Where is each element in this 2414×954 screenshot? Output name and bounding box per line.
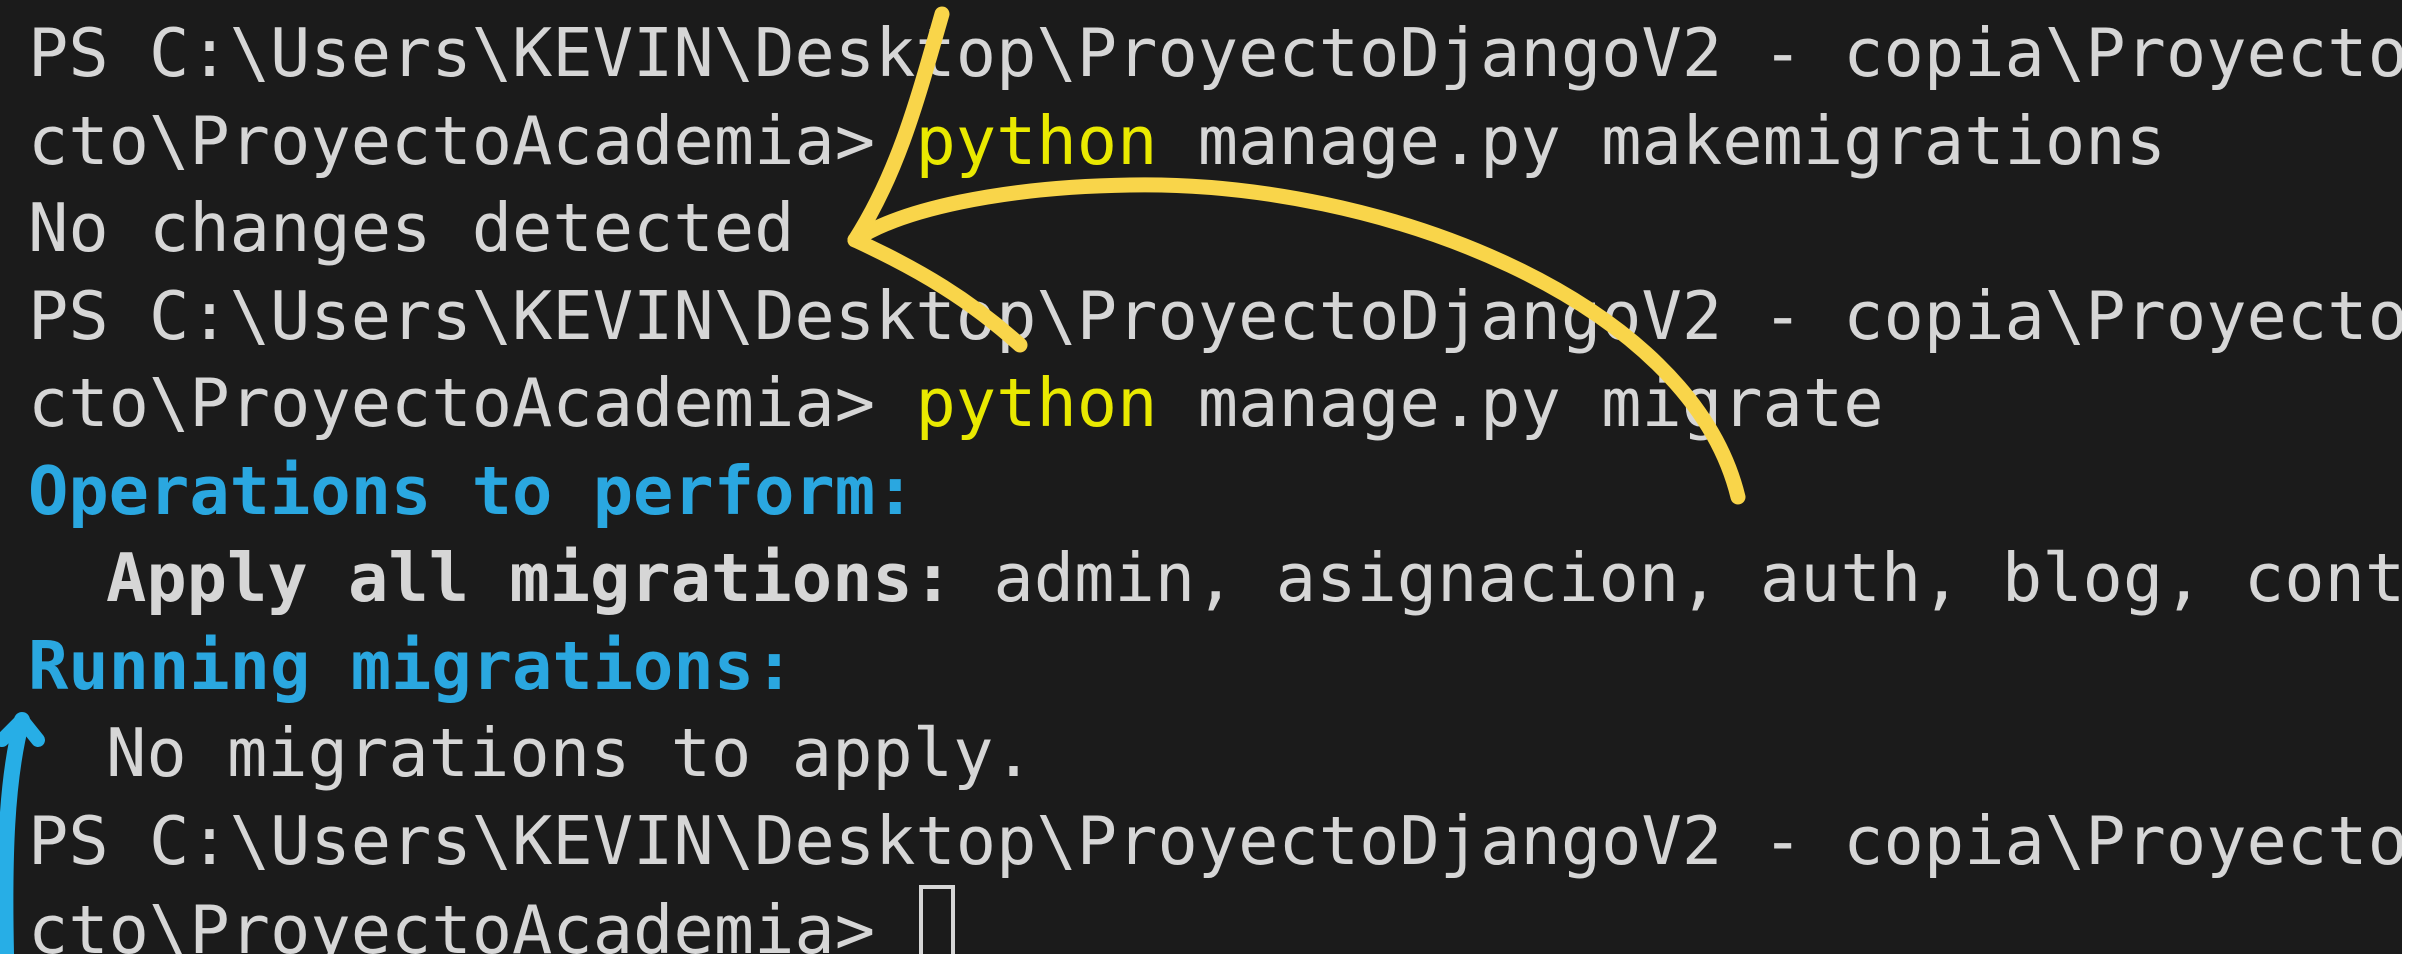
terminal-line: cto\ProyectoAcademia> <box>28 885 2402 954</box>
section-header: Running migrations: <box>28 626 795 705</box>
output-text: No changes detected <box>28 189 795 267</box>
prompt-tail: cto\ProyectoAcademia> <box>28 891 916 954</box>
terminal-line: PS C:\Users\KEVIN\Desktop\ProyectoDjango… <box>28 798 2402 886</box>
command-args: manage.py migrate <box>1157 364 1884 442</box>
text-cursor[interactable] <box>919 885 956 954</box>
terminal-line: cto\ProyectoAcademia> python manage.py m… <box>28 98 2402 186</box>
terminal-line: Operations to perform: <box>28 448 2402 536</box>
output-text: No migrations to apply. <box>106 714 1034 792</box>
prompt-path: PS C:\Users\KEVIN\Desktop\ProyectoDjango… <box>28 14 2402 92</box>
prompt-tail: cto\ProyectoAcademia> <box>28 101 916 180</box>
terminal-window[interactable]: PS C:\Users\KEVIN\Desktop\ProyectoDjango… <box>0 0 2402 954</box>
prompt-tail: cto\ProyectoAcademia> <box>28 364 916 442</box>
apply-apps: admin, asignacion, auth, blog, conter <box>953 539 2402 617</box>
prompt-path: PS C:\Users\KEVIN\Desktop\ProyectoDjango… <box>28 276 2402 355</box>
terminal-line: PS C:\Users\KEVIN\Desktop\ProyectoDjango… <box>28 10 2402 98</box>
section-header: Operations to perform: <box>28 451 916 530</box>
terminal-line: PS C:\Users\KEVIN\Desktop\ProyectoDjango… <box>28 273 2402 361</box>
apply-label: Apply all migrations: <box>106 539 954 617</box>
prompt-path: PS C:\Users\KEVIN\Desktop\ProyectoDjango… <box>28 801 2402 880</box>
command-args: manage.py makemigrations <box>1157 101 2166 180</box>
command-keyword: python <box>915 364 1158 442</box>
command-keyword: python <box>915 101 1158 180</box>
terminal-line: No changes detected <box>28 185 2402 273</box>
terminal-line: No migrations to apply. <box>28 710 2402 798</box>
terminal-line: cto\ProyectoAcademia> python manage.py m… <box>28 360 2402 448</box>
terminal-line: Running migrations: <box>28 623 2402 711</box>
terminal-line: Apply all migrations: admin, asignacion,… <box>28 535 2402 623</box>
terminal-output: PS C:\Users\KEVIN\Desktop\ProyectoDjango… <box>28 10 2402 954</box>
